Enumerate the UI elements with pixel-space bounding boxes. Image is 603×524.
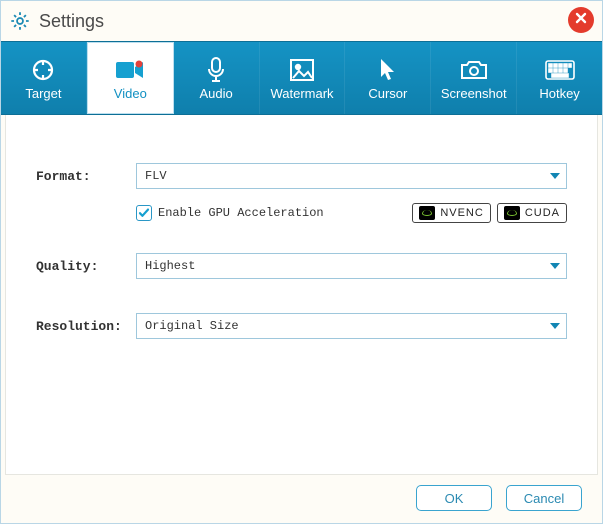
close-icon: [574, 11, 588, 30]
ok-label: OK: [445, 491, 464, 506]
tab-cursor[interactable]: Cursor: [345, 42, 431, 114]
ok-button[interactable]: OK: [416, 485, 492, 511]
gpu-badges: NVENC CUDA: [412, 203, 567, 223]
tab-video[interactable]: Video: [87, 42, 174, 114]
cuda-label: CUDA: [525, 207, 560, 219]
tab-label: Video: [114, 86, 147, 101]
chevron-down-icon: [550, 263, 560, 269]
cuda-badge: CUDA: [497, 203, 567, 223]
tab-hotkey[interactable]: Hotkey: [517, 42, 602, 114]
nvenc-label: NVENC: [440, 207, 484, 219]
gpu-row: Enable GPU Acceleration NVENC CUDA: [136, 203, 567, 223]
chevron-down-icon: [550, 323, 560, 329]
settings-panel: Format: FLV Enable GPU Acceleration NVEN…: [5, 115, 598, 475]
screenshot-icon: [459, 56, 489, 84]
tab-label: Screenshot: [441, 86, 507, 101]
quality-select[interactable]: Highest: [136, 253, 567, 279]
checkbox-box: [136, 205, 152, 221]
titlebar: Settings: [1, 1, 602, 41]
cursor-icon: [373, 56, 403, 84]
format-value: FLV: [145, 169, 167, 183]
target-icon: [28, 56, 58, 84]
video-icon: [115, 56, 145, 84]
format-label: Format:: [36, 169, 136, 184]
footer: OK Cancel: [1, 475, 602, 521]
format-row: Format: FLV: [36, 163, 567, 189]
tab-screenshot[interactable]: Screenshot: [431, 42, 517, 114]
nvenc-badge: NVENC: [412, 203, 491, 223]
gpu-checkbox[interactable]: Enable GPU Acceleration: [136, 205, 324, 221]
resolution-select[interactable]: Original Size: [136, 313, 567, 339]
tab-label: Target: [25, 86, 61, 101]
hotkey-icon: [545, 56, 575, 84]
nvidia-icon: [419, 206, 435, 220]
tab-target[interactable]: Target: [1, 42, 87, 114]
gpu-checkbox-label: Enable GPU Acceleration: [158, 206, 324, 220]
close-button[interactable]: [568, 7, 594, 33]
resolution-row: Resolution: Original Size: [36, 313, 567, 339]
quality-label: Quality:: [36, 259, 136, 274]
tab-label: Cursor: [368, 86, 407, 101]
gear-icon: [9, 10, 31, 32]
watermark-icon: [287, 56, 317, 84]
nvidia-icon: [504, 206, 520, 220]
format-select[interactable]: FLV: [136, 163, 567, 189]
tab-watermark[interactable]: Watermark: [260, 42, 346, 114]
chevron-down-icon: [550, 173, 560, 179]
quality-value: Highest: [145, 259, 195, 273]
cancel-label: Cancel: [524, 491, 564, 506]
tab-strip: Target Video Audio Watermark Cursor Scre…: [1, 41, 602, 115]
audio-icon: [201, 56, 231, 84]
tab-label: Hotkey: [539, 86, 579, 101]
resolution-value: Original Size: [145, 319, 239, 333]
tab-audio[interactable]: Audio: [174, 42, 260, 114]
tab-label: Audio: [200, 86, 233, 101]
tab-label: Watermark: [270, 86, 333, 101]
resolution-label: Resolution:: [36, 319, 136, 334]
quality-row: Quality: Highest: [36, 253, 567, 279]
cancel-button[interactable]: Cancel: [506, 485, 582, 511]
window-title: Settings: [39, 11, 104, 32]
